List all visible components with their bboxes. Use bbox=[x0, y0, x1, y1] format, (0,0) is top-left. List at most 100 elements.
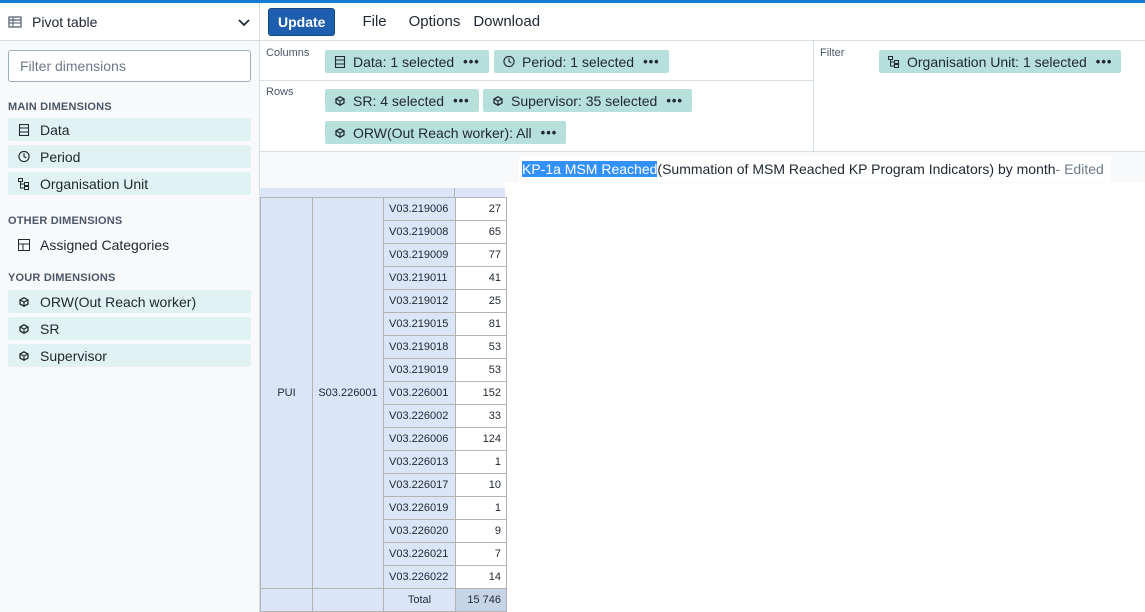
dimension-item-period[interactable]: Period bbox=[8, 145, 251, 168]
file-menu[interactable]: File bbox=[362, 13, 386, 30]
filter-dimensions-input[interactable] bbox=[20, 58, 239, 74]
layout-columns-rows: Columns Data: 1 selected ••• Period: 1 s… bbox=[260, 41, 814, 151]
rows-label: Rows bbox=[266, 86, 294, 98]
row-header-orw[interactable]: V03.226019 bbox=[383, 496, 456, 520]
layout-panel: Columns Data: 1 selected ••• Period: 1 s… bbox=[260, 41, 1145, 152]
value-cell[interactable]: 33 bbox=[455, 404, 507, 428]
value-cell[interactable]: 9 bbox=[455, 519, 507, 543]
total-empty-cell bbox=[260, 588, 313, 612]
pivot-table-icon bbox=[8, 15, 22, 28]
chip-menu-dots[interactable]: ••• bbox=[643, 54, 660, 69]
row-header-orw[interactable]: V03.219015 bbox=[383, 312, 456, 336]
chevron-down-icon bbox=[238, 18, 250, 26]
value-cell[interactable]: 1 bbox=[455, 496, 507, 520]
value-cell[interactable]: 7 bbox=[455, 542, 507, 566]
row-header-orw[interactable]: V03.219018 bbox=[383, 335, 456, 359]
row-header-orw[interactable]: V03.226022 bbox=[383, 565, 456, 589]
value-cell[interactable]: 25 bbox=[455, 289, 507, 313]
dimension-item-data[interactable]: Data bbox=[8, 118, 251, 141]
value-cell[interactable]: 14 bbox=[455, 565, 507, 589]
row-header-orw[interactable]: V03.226017 bbox=[383, 473, 456, 497]
chip-label: ORW(Out Reach worker): All bbox=[353, 124, 532, 141]
chip-organisation-unit[interactable]: Organisation Unit: 1 selected ••• bbox=[879, 50, 1122, 73]
visualization-type-label: Pivot table bbox=[32, 13, 98, 30]
title-text: (Summation of MSM Reached KP Program Ind… bbox=[657, 161, 1056, 177]
dimension-item-orw[interactable]: ORW(Out Reach worker) bbox=[8, 290, 251, 313]
row-header-orw[interactable]: V03.226002 bbox=[383, 404, 456, 428]
row-header-orw[interactable]: V03.219008 bbox=[383, 220, 456, 244]
value-cell[interactable]: 81 bbox=[455, 312, 507, 336]
dimension-item-sr[interactable]: SR bbox=[8, 317, 251, 340]
chip-menu-dots[interactable]: ••• bbox=[666, 93, 683, 108]
chip-data[interactable]: Data: 1 selected ••• bbox=[325, 50, 489, 73]
row-header-orw[interactable]: V03.226020 bbox=[383, 519, 456, 543]
chip-menu-dots[interactable]: ••• bbox=[463, 54, 480, 69]
value-cell[interactable]: 77 bbox=[455, 243, 507, 267]
cube-icon bbox=[334, 127, 346, 139]
value-cell[interactable]: 53 bbox=[455, 358, 507, 382]
dimension-item-assigned-categories[interactable]: Assigned Categories bbox=[8, 233, 251, 256]
other-dimensions-heading: OTHER DIMENSIONS bbox=[8, 215, 123, 227]
visualization-type-selector[interactable]: Pivot table bbox=[0, 3, 259, 41]
chip-menu-dots[interactable]: ••• bbox=[1096, 54, 1113, 69]
chip-menu-dots[interactable]: ••• bbox=[453, 93, 470, 108]
filter-label: Filter bbox=[820, 47, 845, 59]
dimension-label: Organisation Unit bbox=[40, 175, 149, 192]
dimensions-sidebar: Pivot table MAIN DIMENSIONS Data Period … bbox=[0, 3, 260, 612]
data-icon bbox=[18, 123, 30, 136]
data-icon bbox=[334, 55, 346, 68]
download-menu[interactable]: Download bbox=[473, 13, 540, 30]
value-cell[interactable]: 124 bbox=[455, 427, 507, 451]
value-cell[interactable]: 41 bbox=[455, 266, 507, 290]
row-header-orw[interactable]: V03.226021 bbox=[383, 542, 456, 566]
row-header-orw[interactable]: V03.219012 bbox=[383, 289, 456, 313]
value-cell[interactable]: 1 bbox=[455, 450, 507, 474]
total-value[interactable]: 15 746 bbox=[455, 588, 507, 612]
org-tree-icon bbox=[888, 55, 900, 68]
cube-icon bbox=[492, 95, 504, 107]
value-cell[interactable]: 152 bbox=[455, 381, 507, 405]
table-row: PUI S03.226001 V03.219006 27 bbox=[260, 197, 507, 589]
chip-label: SR: 4 selected bbox=[353, 92, 445, 109]
main-dimensions-heading: MAIN DIMENSIONS bbox=[8, 101, 112, 113]
row-header-orw[interactable]: V03.226006 bbox=[383, 427, 456, 451]
row-header-orw[interactable]: V03.219019 bbox=[383, 358, 456, 382]
columns-area: Columns Data: 1 selected ••• Period: 1 s… bbox=[260, 41, 814, 81]
cube-icon bbox=[18, 323, 30, 335]
row-header-supervisor[interactable]: S03.226001 bbox=[312, 197, 384, 589]
value-cell[interactable]: 27 bbox=[455, 197, 507, 221]
clock-icon bbox=[18, 150, 30, 163]
your-dimensions-heading: YOUR DIMENSIONS bbox=[8, 272, 116, 284]
dimension-label: Period bbox=[40, 148, 81, 165]
cube-icon bbox=[334, 95, 346, 107]
chip-orw[interactable]: ORW(Out Reach worker): All ••• bbox=[325, 121, 567, 144]
chip-label: Period: 1 selected bbox=[522, 53, 635, 70]
row-header-orw[interactable]: V03.219006 bbox=[383, 197, 456, 221]
dimension-item-supervisor[interactable]: Supervisor bbox=[8, 344, 251, 367]
title-highlighted: KP-1a MSM Reached bbox=[522, 161, 658, 177]
dimension-item-organisation-unit[interactable]: Organisation Unit bbox=[8, 172, 251, 195]
row-header-orw[interactable]: V03.226001 bbox=[383, 381, 456, 405]
title-edited-flag: - Edited bbox=[1055, 161, 1104, 177]
row-header-orw[interactable]: V03.219009 bbox=[383, 243, 456, 267]
row-header-sr[interactable]: PUI bbox=[260, 197, 313, 589]
total-empty-cell bbox=[312, 588, 384, 612]
visualization-title: KP-1a MSM Reached (Summation of MSM Reac… bbox=[519, 156, 1111, 182]
value-cell[interactable]: 10 bbox=[455, 473, 507, 497]
value-cell[interactable]: 53 bbox=[455, 335, 507, 359]
menu-bar: Update File Options Download bbox=[260, 3, 1145, 41]
update-button[interactable]: Update bbox=[268, 7, 336, 36]
row-header-orw[interactable]: V03.226013 bbox=[383, 450, 456, 474]
chip-supervisor[interactable]: Supervisor: 35 selected ••• bbox=[483, 89, 692, 112]
chip-sr[interactable]: SR: 4 selected ••• bbox=[325, 89, 479, 112]
dimension-label: SR bbox=[40, 320, 60, 337]
clock-icon bbox=[503, 55, 515, 68]
value-cell[interactable]: 65 bbox=[455, 220, 507, 244]
options-menu[interactable]: Options bbox=[409, 13, 461, 30]
row-header-orw[interactable]: V03.219011 bbox=[383, 266, 456, 290]
filter-dimensions-field[interactable] bbox=[8, 50, 251, 82]
dimension-label: Supervisor bbox=[40, 347, 107, 364]
chip-period[interactable]: Period: 1 selected ••• bbox=[494, 50, 669, 73]
chip-menu-dots[interactable]: ••• bbox=[541, 125, 558, 140]
dimension-label: Data bbox=[40, 121, 70, 138]
